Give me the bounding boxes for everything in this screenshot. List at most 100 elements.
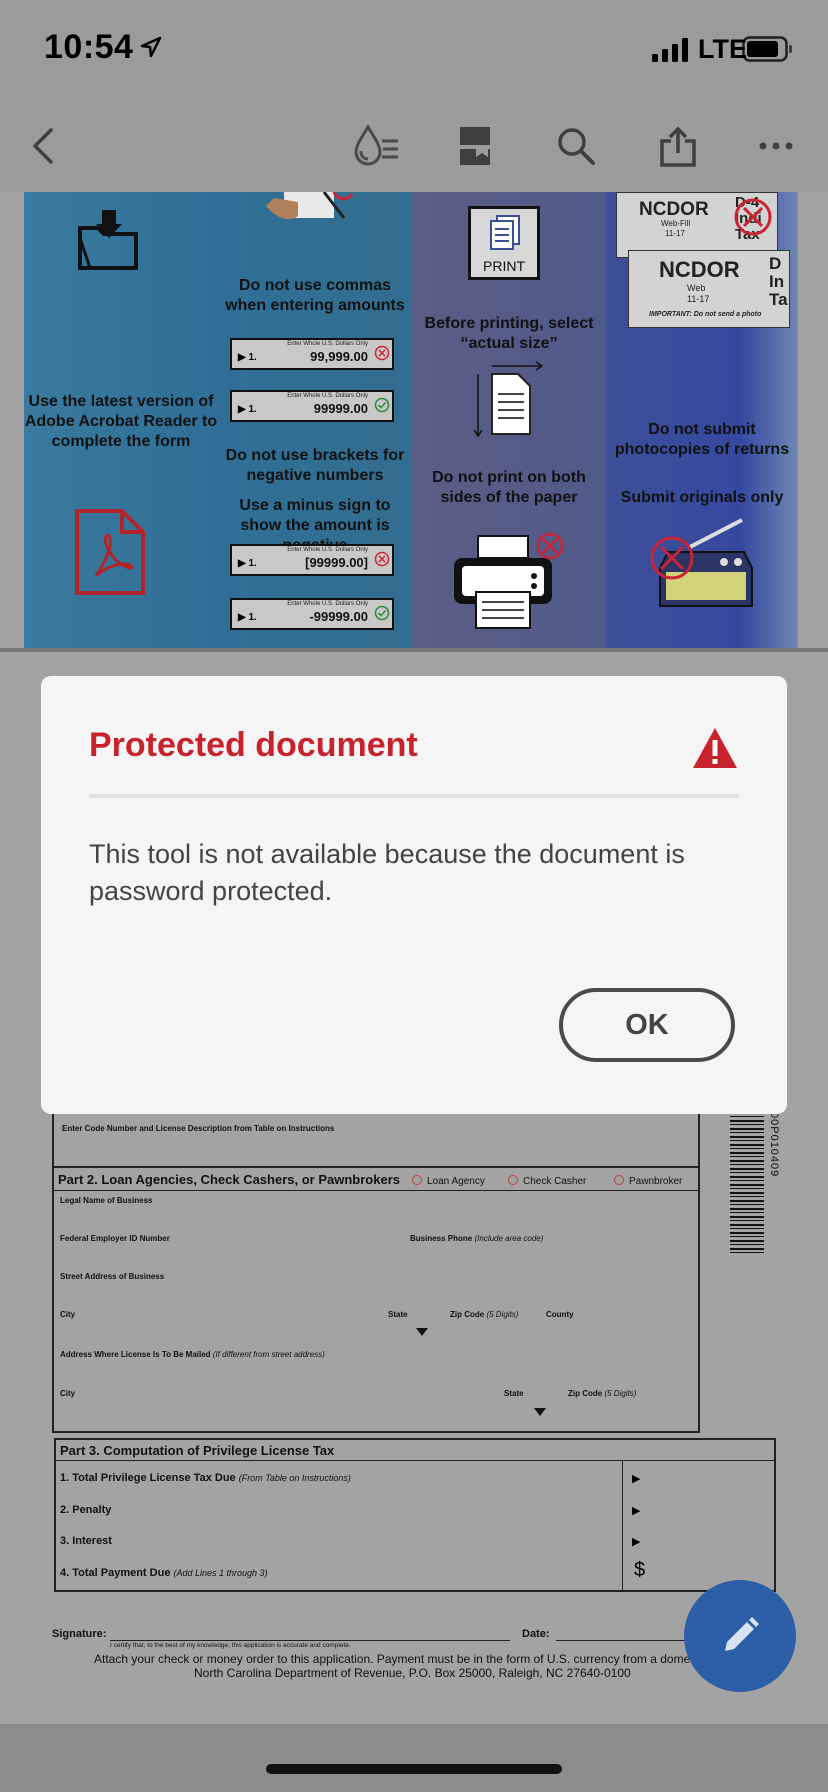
phone-note: (Include area code) xyxy=(474,1234,544,1243)
phone-label-text: Business Phone xyxy=(410,1234,473,1243)
more-button[interactable] xyxy=(750,120,802,172)
mail-state-dropdown-icon[interactable] xyxy=(534,1408,546,1416)
state-dropdown-icon[interactable] xyxy=(416,1328,428,1336)
box-index: ▶ 1. xyxy=(238,612,257,623)
line-1-amount-field[interactable] xyxy=(632,1470,772,1492)
back-button[interactable] xyxy=(18,120,70,172)
state-label: State xyxy=(388,1310,408,1319)
panel3-heading-sides: Do not print on both sides of the paper xyxy=(432,469,586,506)
line-label: 4. Total Payment Due xyxy=(60,1567,171,1579)
radio-pawnbroker[interactable]: Pawnbroker xyxy=(614,1175,682,1187)
card-form-line: D xyxy=(769,254,782,273)
sample-amount-good: Enter Whole U.S. Dollars Only ▶ 1. 99999… xyxy=(230,390,394,422)
column-divider xyxy=(622,1460,623,1592)
radio-label: Loan Agency xyxy=(427,1176,485,1187)
sample-amount-bad: Enter Whole U.S. Dollars Only ▶ 1. 99,99… xyxy=(230,338,394,370)
card-form-id: D In Ta xyxy=(769,255,788,309)
box-value: 99,999.00 xyxy=(310,349,368,364)
reject-icon xyxy=(374,551,390,567)
hand-writing-icon xyxy=(266,192,354,220)
box-index: ▶ 1. xyxy=(238,352,257,363)
line-3-amount-field[interactable] xyxy=(632,1533,772,1555)
home-indicator-area xyxy=(0,1724,828,1792)
home-indicator[interactable] xyxy=(266,1764,562,1774)
line-2-amount-field[interactable] xyxy=(632,1502,772,1524)
part3-section: Part 3. Computation of Privilege License… xyxy=(54,1438,776,1592)
more-icon xyxy=(759,142,793,150)
part2-title: Part 2. Loan Agencies, Check Cashers, or… xyxy=(58,1172,400,1187)
search-button[interactable] xyxy=(550,120,602,172)
sample-return-card-2: NCDOR Web 11-17 D In Ta IMPORTANT: Do no… xyxy=(628,250,790,328)
date-line[interactable] xyxy=(556,1640,686,1641)
legal-name-label: Legal Name of Business xyxy=(60,1196,153,1205)
dialog-message: This tool is not available because the d… xyxy=(89,839,685,906)
card-sub: Web-Fill xyxy=(661,219,691,228)
line-4-marker: $ xyxy=(634,1559,646,1581)
warning-icon xyxy=(693,728,737,768)
sample-negative-good: Enter Whole U.S. Dollars Only ▶ 1. -9999… xyxy=(230,598,394,630)
liquid-mode-button[interactable] xyxy=(350,120,402,172)
card-date: 11-17 xyxy=(687,294,710,304)
line-4-amount-field[interactable] xyxy=(652,1562,772,1584)
dialog-title: Protected document xyxy=(89,726,418,764)
panel4-heading-originals: Submit originals only xyxy=(620,489,784,506)
organize-pages-button[interactable] xyxy=(450,120,502,172)
banner-panel-acrobat: Use the latest version of Adobe Acrobat … xyxy=(24,192,218,648)
county-label: County xyxy=(546,1310,574,1319)
box-index: ▶ 1. xyxy=(238,404,257,415)
document-toolbar xyxy=(0,100,828,193)
certify-text: I certify that, to the best of my knowle… xyxy=(110,1642,351,1649)
dialog-divider xyxy=(89,794,739,798)
street-label: Street Address of Business xyxy=(60,1272,165,1281)
box-index-number: 1. xyxy=(248,612,257,623)
radio-loan-agency[interactable]: Loan Agency xyxy=(412,1175,485,1187)
mail-address-label: Address Where License Is To Be Mailed (I… xyxy=(60,1350,325,1359)
box-index: ▶ 1. xyxy=(238,558,257,569)
mail-address-text: Address Where License Is To Be Mailed xyxy=(60,1350,211,1359)
part2-section: Part 2. Loan Agencies, Check Cashers, or… xyxy=(52,1166,700,1433)
panel4-heading-photocopies: Do not submit photocopies of returns xyxy=(614,421,790,458)
signature-line[interactable] xyxy=(110,1640,510,1641)
radio-label: Check Casher xyxy=(523,1176,587,1187)
line-label: 3. Interest xyxy=(60,1535,112,1547)
line-note: (Add Lines 1 through 3) xyxy=(173,1568,268,1578)
reject-icon xyxy=(374,345,390,361)
ok-button[interactable]: OK xyxy=(559,988,735,1062)
attach-instructions: Attach your check or money order to this… xyxy=(94,1652,691,1666)
search-icon xyxy=(558,128,595,165)
fein-label: Federal Employer ID Number xyxy=(60,1234,170,1243)
box-value: [99999.00] xyxy=(305,555,368,570)
zip-label-text: Zip Code xyxy=(568,1389,603,1398)
edit-fab-button[interactable] xyxy=(684,1580,796,1692)
photocopier-icon xyxy=(650,518,753,607)
radio-check-casher[interactable]: Check Casher xyxy=(508,1175,586,1187)
signature-label: Signature: xyxy=(52,1628,107,1640)
zip-note: (5 Digits) xyxy=(486,1310,519,1319)
zip-note: (5 Digits) xyxy=(604,1389,637,1398)
reject-icon xyxy=(734,198,772,236)
share-icon xyxy=(660,126,696,167)
box-index-number: 1. xyxy=(248,404,257,415)
status-time: 10:54 xyxy=(44,28,134,66)
pencil-icon xyxy=(725,1617,759,1651)
radio-label: Pawnbroker xyxy=(629,1176,683,1187)
printer-icon xyxy=(454,532,564,629)
ncdor-brand: NCDOR xyxy=(659,257,740,282)
liquid-mode-icon xyxy=(354,124,398,166)
network-label: LTE xyxy=(698,34,747,64)
box-value: 99999.00 xyxy=(313,401,368,416)
box-hint: Enter Whole U.S. Dollars Only xyxy=(287,393,368,399)
mail-state-label: State xyxy=(504,1389,524,1398)
share-button[interactable] xyxy=(652,120,704,172)
protected-document-dialog: Protected document This tool is not avai… xyxy=(41,676,787,1114)
mailing-address: North Carolina Department of Revenue, P.… xyxy=(194,1666,631,1680)
chevron-left-icon xyxy=(33,128,53,164)
box-hint: Enter Whole U.S. Dollars Only xyxy=(287,547,368,553)
important-note: IMPORTANT: Do not send a photo xyxy=(649,311,762,318)
sample-negative-bad: Enter Whole U.S. Dollars Only ▶ 1. [9999… xyxy=(230,544,394,576)
cell-signal-icon xyxy=(652,38,688,62)
box-value: -99999.00 xyxy=(309,609,368,624)
mail-zip-label: Zip Code (5 Digits) xyxy=(568,1389,636,1398)
line-note: (From Table on Instructions) xyxy=(238,1473,351,1483)
ncdor-brand: NCDOR xyxy=(639,199,709,220)
